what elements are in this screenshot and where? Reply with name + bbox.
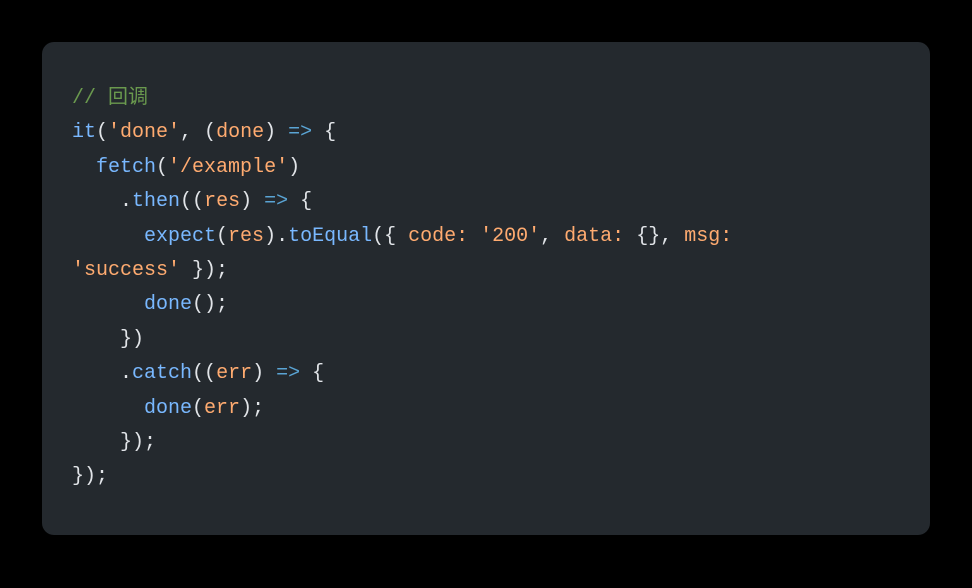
done-arg-err: err [204,397,240,420]
fn-it: it [72,121,96,144]
prop-msg: msg: [684,225,732,248]
comment-line: // 回调 [72,87,148,110]
prop-code: code: [408,225,468,248]
str-url: '/example' [168,156,288,179]
expect-arg-res: res [228,225,264,248]
prop-data: data: [564,225,624,248]
str-success: 'success' [72,259,180,282]
param-err: err [216,362,252,385]
param-res: res [204,190,240,213]
fn-done-err: done [144,397,192,420]
str-done: 'done' [108,121,180,144]
method-then: then [132,190,180,213]
method-catch: catch [132,362,192,385]
fn-done-call: done [144,293,192,316]
param-done: done [216,121,264,144]
fn-expect: expect [144,225,216,248]
fn-fetch: fetch [96,156,156,179]
str-200: '200' [480,225,540,248]
method-toEqual: toEqual [288,225,372,248]
code-block: // 回调 it('done', (done) => { fetch('/exa… [42,42,930,535]
